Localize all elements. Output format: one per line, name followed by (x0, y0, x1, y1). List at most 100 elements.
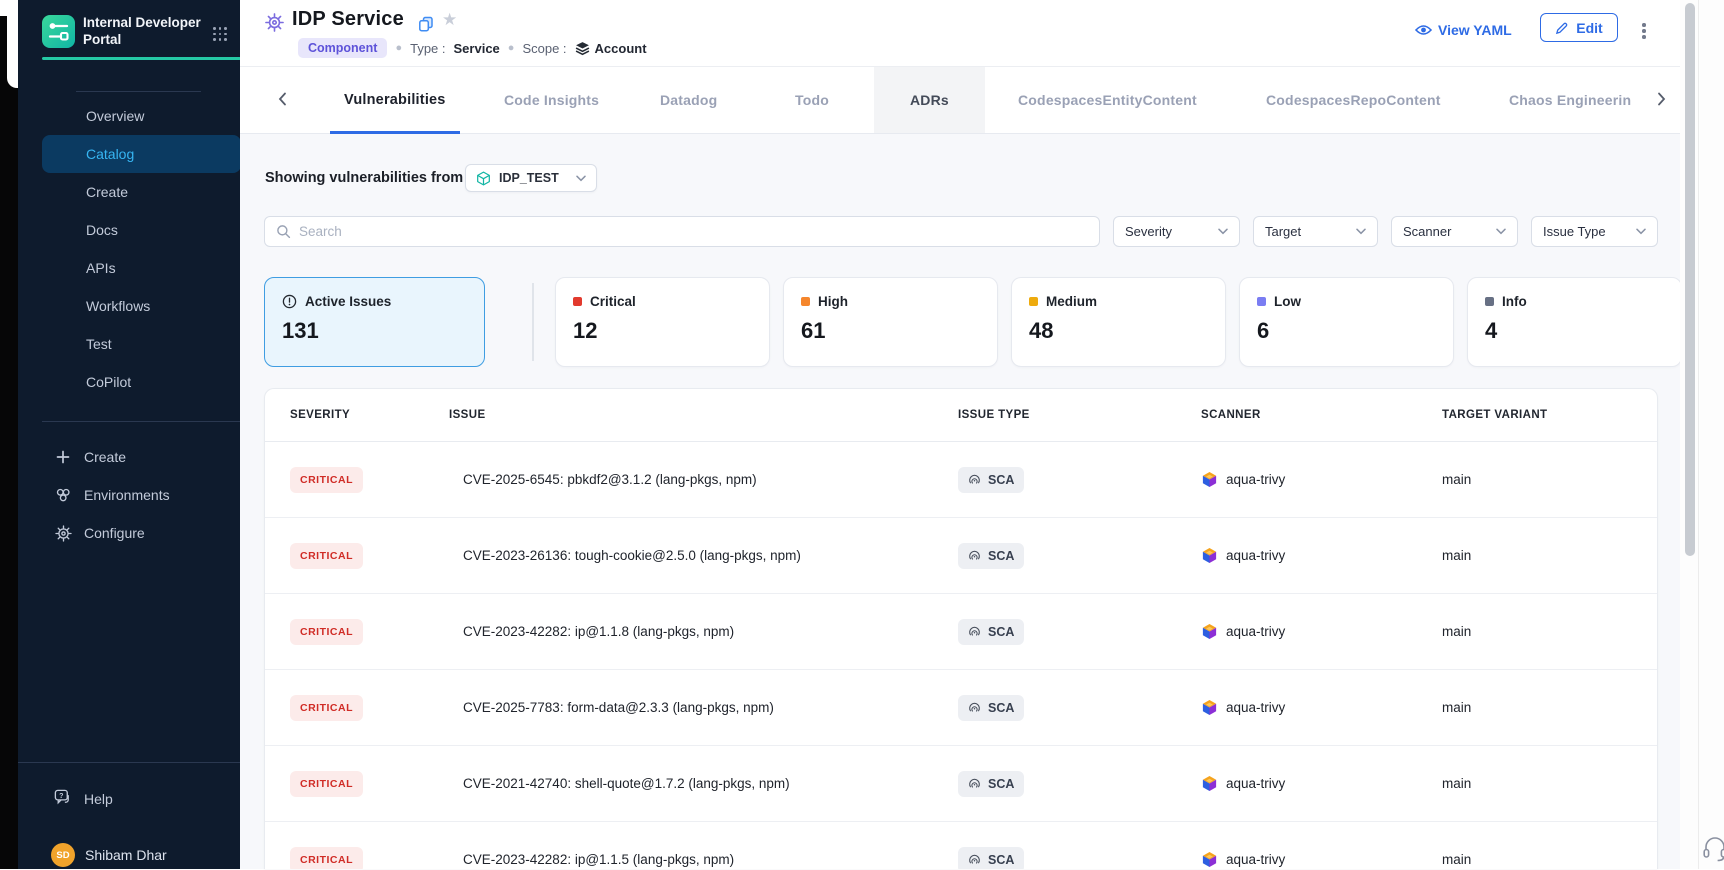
sidebar-configure-button[interactable]: Configure (42, 514, 241, 552)
issue-type-label: SCA (988, 701, 1014, 715)
sidebar-item-label: Test (86, 336, 112, 352)
stat-card-3[interactable]: Low 6 (1239, 277, 1454, 367)
table-row-4[interactable]: CRITICAL CVE-2021-42740: shell-quote@1.7… (265, 746, 1657, 822)
edit-label: Edit (1576, 20, 1602, 36)
scanner-name: aqua-trivy (1226, 700, 1285, 715)
support-headset-icon[interactable] (1702, 835, 1724, 863)
type-value: Service (454, 41, 500, 56)
sidebar-item-3[interactable]: Docs (42, 211, 241, 249)
issue-text: CVE-2023-26136: tough-cookie@2.5.0 (lang… (449, 548, 958, 563)
table-row-0[interactable]: CRITICAL CVE-2025-6545: pbkdf2@3.1.2 (la… (265, 442, 1657, 518)
environments-icon (54, 486, 72, 504)
active-issues-label: Active Issues (305, 294, 391, 309)
sidebar-item-7[interactable]: CoPilot (42, 363, 241, 401)
tab-4[interactable]: ADRs (874, 67, 985, 133)
tab-3[interactable]: Todo (781, 67, 843, 133)
star-icon[interactable]: ★ (442, 10, 457, 30)
search-icon (276, 224, 291, 239)
user-menu[interactable]: SD Shibam Dhar (42, 840, 241, 870)
sidebar-item-0[interactable]: Overview (42, 97, 241, 135)
severity-badge: CRITICAL (290, 847, 363, 870)
table-header: SEVERITY ISSUE ISSUE TYPE SCANNER TARGET… (265, 389, 1657, 442)
severity-dot (573, 297, 582, 306)
severity-badge: CRITICAL (290, 771, 363, 797)
trivy-logo-icon (1201, 775, 1218, 792)
filter-select-3[interactable]: Issue Type (1531, 216, 1658, 247)
fingerprint-icon (968, 473, 981, 486)
help-label: Help (84, 791, 113, 807)
tab-6[interactable]: CodespacesRepoContent (1252, 67, 1455, 133)
plus-icon (54, 448, 72, 466)
tab-2[interactable]: Datadog (646, 67, 731, 133)
issue-type-tag: SCA (958, 695, 1024, 721)
sidebar-item-6[interactable]: Test (42, 325, 241, 363)
apps-grid-icon[interactable] (213, 27, 227, 41)
target-variant: main (1442, 700, 1657, 715)
search-box (264, 216, 1100, 247)
stat-card-1[interactable]: High 61 (783, 277, 998, 367)
filter-select-1[interactable]: Target (1253, 216, 1378, 247)
project-select-value: IDP_TEST (499, 171, 568, 185)
filter-select-0[interactable]: Severity (1113, 216, 1240, 247)
filter-select-2[interactable]: Scanner (1391, 216, 1518, 247)
stat-card-0[interactable]: Critical 12 (555, 277, 770, 367)
table-row-1[interactable]: CRITICAL CVE-2023-26136: tough-cookie@2.… (265, 518, 1657, 594)
sidebar-environments-button[interactable]: Environments (42, 476, 241, 514)
eye-icon (1415, 24, 1432, 36)
copy-icon[interactable] (418, 16, 434, 37)
table-row-3[interactable]: CRITICAL CVE-2025-7783: form-data@2.3.3 … (265, 670, 1657, 746)
tab-label: Vulnerabilities (344, 92, 446, 108)
scope-label: Scope : (522, 41, 566, 56)
scrollbar-thumb[interactable] (1685, 3, 1695, 556)
pencil-icon (1555, 21, 1569, 35)
filter-select-label: Issue Type (1543, 224, 1606, 239)
tab-label: Code Insights (504, 92, 599, 108)
chevron-down-icon (1218, 228, 1228, 235)
sidebar-item-2[interactable]: Create (42, 173, 241, 211)
stat-card-label: High (818, 294, 848, 309)
column-header-issue-type: ISSUE TYPE (958, 409, 1201, 421)
target-variant: main (1442, 776, 1657, 791)
tab-7[interactable]: Chaos Engineerin (1495, 67, 1645, 133)
edit-button[interactable]: Edit (1540, 13, 1618, 42)
scrollbar-track-edge (1698, 0, 1699, 869)
sidebar-create-button[interactable]: Create (42, 438, 241, 476)
search-input[interactable] (299, 224, 1088, 239)
view-yaml-button[interactable]: View YAML (1415, 22, 1512, 38)
table-row-2[interactable]: CRITICAL CVE-2023-42282: ip@1.1.8 (lang-… (265, 594, 1657, 670)
stat-card-2[interactable]: Medium 48 (1011, 277, 1226, 367)
stat-card-value: 6 (1257, 318, 1436, 344)
kind-badge[interactable]: Component (298, 38, 387, 58)
sidebar-actions: Create Environments (42, 438, 241, 552)
sidebar-item-1[interactable]: Catalog (42, 135, 241, 173)
fingerprint-icon (968, 701, 981, 714)
stat-card-4[interactable]: Info 4 (1467, 277, 1682, 367)
scanner-cell: aqua-trivy (1201, 851, 1442, 868)
severity-dot (1257, 297, 1266, 306)
brand-accent-rule (42, 57, 241, 60)
stat-card-value: 12 (573, 318, 752, 344)
project-select[interactable]: IDP_TEST (465, 164, 597, 192)
issue-type-label: SCA (988, 473, 1014, 487)
main-area: IDP Service ★ Component ● Type : Service… (240, 0, 1724, 869)
tab-1[interactable]: Code Insights (490, 67, 613, 133)
active-issues-card[interactable]: Active Issues 131 (264, 277, 485, 367)
layers-icon (575, 41, 590, 56)
scanner-cell: aqua-trivy (1201, 547, 1442, 564)
tab-0[interactable]: Vulnerabilities (330, 67, 460, 133)
sidebar-item-4[interactable]: APIs (42, 249, 241, 287)
table-row-5[interactable]: CRITICAL CVE-2023-42282: ip@1.1.5 (lang-… (265, 822, 1657, 869)
sidebar-item-label: Catalog (86, 146, 134, 162)
help-button[interactable]: ? Help (42, 782, 241, 816)
sidebar-item-5[interactable]: Workflows (42, 287, 241, 325)
more-options-icon[interactable] (1640, 21, 1648, 41)
column-header-target-variant: TARGET VARIANT (1442, 409, 1657, 421)
tab-5[interactable]: CodespacesEntityContent (1004, 67, 1211, 133)
tab-label: Chaos Engineerin (1509, 92, 1631, 108)
issue-type-label: SCA (988, 853, 1014, 867)
issue-text: CVE-2023-42282: ip@1.1.8 (lang-pkgs, npm… (449, 624, 958, 639)
view-yaml-label: View YAML (1438, 22, 1512, 38)
entity-gear-icon (265, 13, 284, 37)
fingerprint-icon (968, 777, 981, 790)
tabs-scroll-right-icon[interactable] (1656, 91, 1667, 112)
